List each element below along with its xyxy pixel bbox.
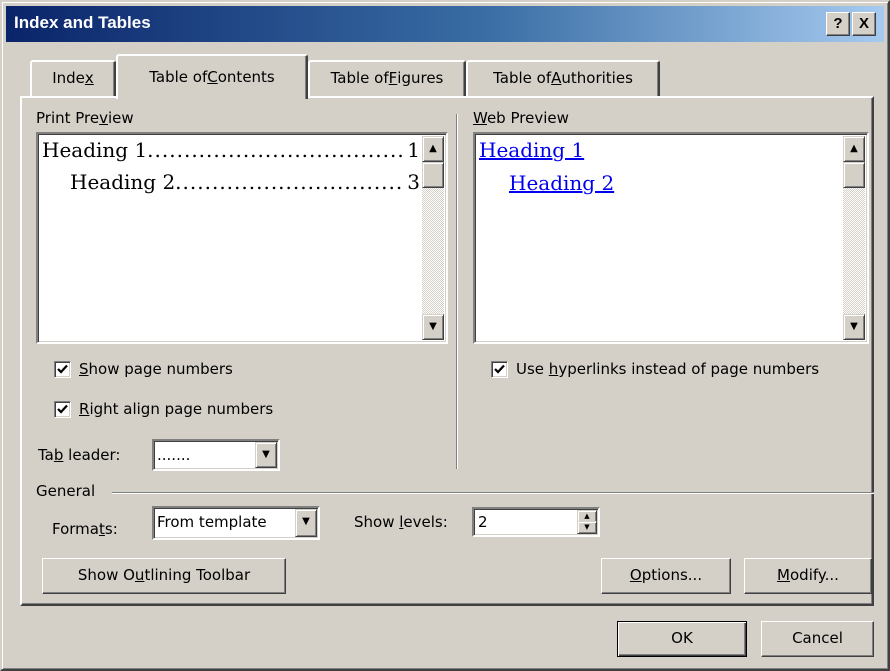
dialog-title: Index and Tables — [14, 13, 151, 32]
chevron-down-icon: ▼ — [262, 449, 270, 460]
tab-table-of-authorities[interactable]: Table of Authorities — [466, 60, 660, 96]
show-levels-value: 2 — [478, 513, 488, 531]
web-preview-content: Heading 1 Heading 2 — [479, 138, 841, 204]
arrow-down-icon: ▼ — [850, 321, 858, 332]
arrow-up-icon: ▲ — [429, 143, 437, 154]
print-preview-box[interactable]: Heading 11 Heading 23 ▲ ▼ — [36, 132, 448, 344]
formats-label: Formats: — [52, 520, 118, 538]
tab-table-of-figures[interactable]: Table of Figures — [308, 60, 466, 96]
tab-leader-value: ....... — [157, 446, 191, 464]
dropdown-button[interactable]: ▼ — [295, 509, 317, 537]
cancel-button[interactable]: Cancel — [761, 621, 874, 657]
tab-leader-dropdown[interactable]: ....... ▼ — [152, 439, 280, 471]
vertical-divider — [456, 114, 458, 469]
scroll-thumb[interactable] — [422, 162, 444, 188]
arrow-down-icon: ▼ — [429, 321, 437, 332]
spin-down-button[interactable]: ▼ — [577, 521, 597, 534]
toc-entry-heading-2: Heading 23 — [42, 170, 420, 202]
scroll-thumb[interactable] — [843, 162, 865, 188]
ok-button[interactable]: OK — [617, 621, 747, 657]
web-link-heading-2[interactable]: Heading 2 — [479, 171, 841, 204]
tab-table-of-contents[interactable]: Table of Contents — [116, 54, 308, 99]
show-page-numbers-checkbox[interactable]: Show page numbers — [54, 360, 233, 378]
web-preview-box[interactable]: Heading 1 Heading 2 ▲ ▼ — [473, 132, 869, 344]
web-preview-label: Web Preview — [473, 109, 569, 127]
use-hyperlinks-checkbox[interactable]: Use hyperlinks instead of page numbers — [491, 360, 819, 378]
arrow-down-icon: ▼ — [584, 523, 590, 531]
print-preview-label: Print Preview — [36, 109, 134, 127]
print-preview-content: Heading 11 Heading 23 — [42, 138, 420, 202]
right-align-page-numbers-checkbox[interactable]: Right align page numbers — [54, 400, 273, 418]
toc-entry-heading-1: Heading 11 — [42, 138, 420, 170]
general-group-label: General — [36, 482, 96, 500]
checkbox-box — [54, 360, 71, 378]
scroll-down-button[interactable]: ▼ — [843, 314, 865, 340]
checkbox-box — [54, 400, 71, 418]
general-separator — [112, 492, 874, 494]
arrow-up-icon: ▲ — [850, 143, 858, 154]
options-button[interactable]: Options... — [601, 558, 731, 594]
help-button[interactable]: ? — [826, 12, 850, 36]
checkmark-icon — [494, 364, 505, 374]
web-preview-scrollbar[interactable]: ▲ ▼ — [843, 136, 865, 340]
checkmark-icon — [57, 404, 68, 414]
close-button[interactable]: X — [852, 12, 876, 36]
tab-index[interactable]: Index — [30, 60, 116, 96]
dropdown-button[interactable]: ▼ — [255, 442, 277, 468]
scroll-down-button[interactable]: ▼ — [422, 314, 444, 340]
formats-value: From template — [157, 513, 267, 531]
modify-button[interactable]: Modify... — [744, 558, 872, 594]
arrow-up-icon: ▲ — [584, 512, 590, 520]
help-icon: ? — [833, 15, 843, 32]
title-bar[interactable]: Index and Tables ? X — [6, 6, 884, 42]
chevron-down-icon: ▼ — [302, 516, 310, 527]
index-and-tables-dialog: Index and Tables ? X Index Table of Cont… — [0, 0, 890, 671]
show-outlining-toolbar-button[interactable]: Show Outlining Toolbar — [42, 558, 286, 594]
show-levels-spinner[interactable]: 2 ▲ ▼ — [472, 507, 600, 537]
formats-dropdown[interactable]: From template ▼ — [152, 506, 320, 540]
checkbox-box — [491, 360, 508, 378]
scroll-up-button[interactable]: ▲ — [843, 136, 865, 162]
checkmark-icon — [57, 364, 68, 374]
show-levels-label: Show levels: — [354, 513, 448, 531]
web-link-heading-1[interactable]: Heading 1 — [479, 138, 841, 171]
scroll-up-button[interactable]: ▲ — [422, 136, 444, 162]
print-preview-scrollbar[interactable]: ▲ ▼ — [422, 136, 444, 340]
close-icon: X — [858, 15, 869, 32]
tab-leader-label: Tab leader: — [38, 446, 121, 464]
